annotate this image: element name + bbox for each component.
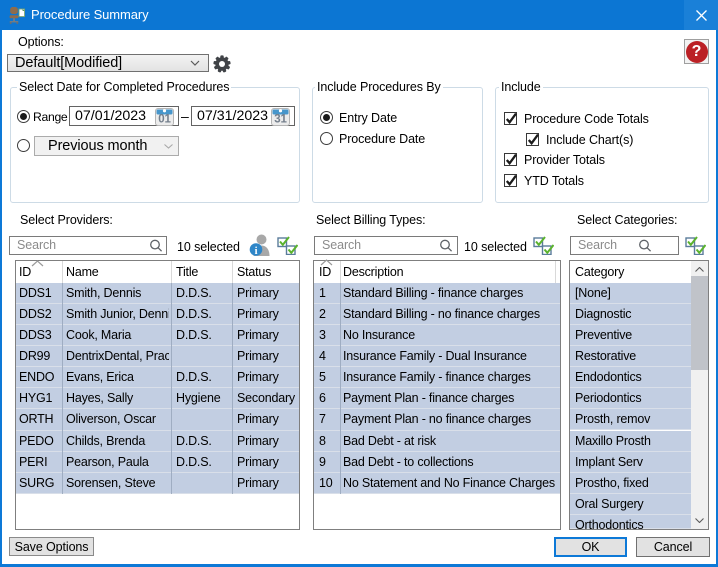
- svg-text:i: i: [255, 246, 258, 256]
- svg-text:01: 01: [158, 114, 171, 126]
- svg-text:31: 31: [274, 114, 287, 126]
